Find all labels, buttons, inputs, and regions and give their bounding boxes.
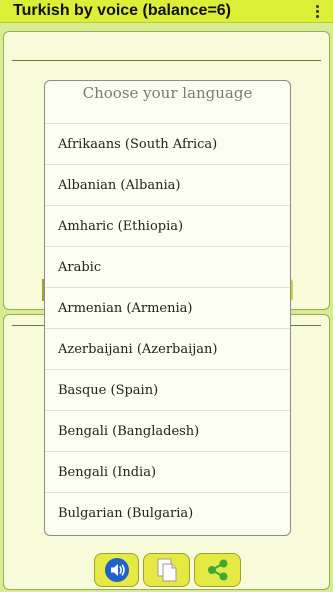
speak-button[interactable] <box>94 553 139 587</box>
language-item[interactable]: Afrikaans (South Africa) <box>45 123 290 164</box>
language-item[interactable]: Amharic (Ethiopia) <box>45 205 290 246</box>
language-item[interactable]: Armenian (Armenia) <box>45 287 290 328</box>
app-bar: Turkish by voice (balance=6) <box>0 0 333 23</box>
language-item[interactable]: Bengali (India) <box>45 451 290 492</box>
language-item[interactable]: Arabic <box>45 246 290 287</box>
language-item[interactable]: Basque (Spain) <box>45 369 290 410</box>
share-button[interactable] <box>194 553 241 587</box>
copy-icon <box>157 558 176 582</box>
more-vert-icon[interactable] <box>309 1 325 21</box>
source-text-field[interactable] <box>12 60 321 61</box>
share-icon <box>207 559 227 581</box>
language-item[interactable]: Azerbaijani (Azerbaijan) <box>45 328 290 369</box>
language-item[interactable]: Bulgarian (Bulgaria) <box>45 492 290 533</box>
dialog-title: Choose your language <box>82 84 253 102</box>
language-item[interactable]: Albanian (Albania) <box>45 164 290 205</box>
copy-button[interactable] <box>143 553 190 587</box>
language-dialog: Choose your language Afrikaans (South Af… <box>44 80 291 536</box>
speaker-icon <box>104 558 129 582</box>
language-item[interactable]: Bengali (Bangladesh) <box>45 410 290 451</box>
language-list: Afrikaans (South Africa) Albanian (Alban… <box>45 123 290 533</box>
app-title: Turkish by voice (balance=6) <box>13 2 232 19</box>
